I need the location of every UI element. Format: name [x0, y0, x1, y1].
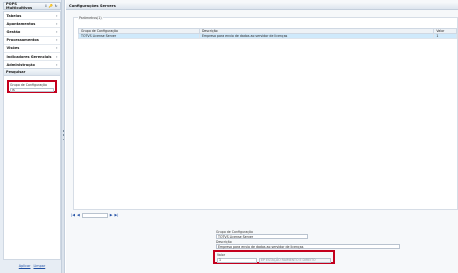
chevron-right-icon: › — [56, 38, 58, 43]
search-input[interactable]: IS — [10, 88, 54, 92]
refresh-icon[interactable]: ↻ — [54, 4, 58, 8]
menu-item-label: Gestão — [6, 29, 21, 34]
chevron-right-icon: › — [56, 62, 58, 67]
menu-item-indicadores[interactable]: Indicadores Gerenciais › — [4, 53, 60, 62]
apply-filter-link[interactable]: Aplicar — [19, 264, 31, 268]
search-panel-title: Pesquisar — [4, 69, 60, 76]
group-field[interactable]: TOTVS License Server — [216, 234, 308, 239]
menu-item-label: Administração — [6, 62, 35, 67]
value-field[interactable]: 1 — [217, 257, 257, 263]
menu-item-label: Indicadores Gerenciais — [6, 54, 52, 59]
group-label: Grupo de Configuração — [216, 230, 253, 234]
search-panel: Pesquisar Grupo de Configuração IS — [3, 68, 61, 260]
detail-form: Grupo de Configuração TOTVS License Serv… — [213, 230, 458, 264]
table-cell-description: Empresa para envio de dados ao servidor … — [198, 33, 435, 39]
chevron-right-icon: › — [56, 29, 58, 34]
page-title: Configurações Servers — [66, 2, 458, 10]
drag-handle-icon[interactable] — [62, 130, 65, 140]
menu-item-processamentos[interactable]: Processamentos › — [4, 37, 60, 45]
parameters-legend: Parâmetros(1) — [78, 15, 103, 20]
parameters-group: Parâmetros(1) Grupo de Configuração Desc… — [73, 15, 458, 210]
table-row[interactable]: TOTVS License Server Empresa para envio … — [78, 33, 457, 39]
menu-item-label: Visões — [6, 46, 20, 51]
chevron-right-icon: › — [56, 21, 58, 26]
chevron-right-icon: › — [56, 46, 58, 51]
value-label: Valor — [217, 253, 226, 257]
chevron-right-icon: › — [56, 54, 58, 59]
menu-item-label: Tabelas — [6, 13, 22, 18]
chevron-right-icon: › — [56, 13, 58, 18]
menu-item-visoes[interactable]: Visões › — [4, 45, 60, 53]
collapse-icon[interactable]: ↕ — [44, 4, 48, 8]
menu-item-label: Processamentos — [6, 38, 39, 43]
description-field[interactable]: Empresa para envio de dados ao servidor … — [216, 244, 400, 249]
table-cell-group: TOTVS License Server — [78, 33, 200, 39]
sidebar-header: POPS Multicultivos ↕ 🔑 ↻ — [3, 2, 61, 10]
value-description-field: EP ESTAÇÃO RAIMENTO E DIREITO — [259, 257, 331, 263]
value-row: 1 EP ESTAÇÃO RAIMENTO E DIREITO — [217, 257, 331, 263]
menu-item-gestao[interactable]: Gestão › — [4, 28, 60, 37]
search-label: Grupo de Configuração — [10, 83, 47, 87]
menu-item-label: Apontamentos — [6, 21, 36, 26]
parameters-table: Grupo de Configuração Descrição Valor TO… — [78, 28, 457, 39]
app-title: POPS Multicultivos — [6, 2, 33, 10]
first-page-icon[interactable]: |◀ — [71, 213, 75, 217]
sidebar-tools: ↕ 🔑 ↻ — [44, 4, 58, 8]
search-actions: Aplicar Limpar — [3, 264, 61, 268]
sidebar: POPS Multicultivos ↕ 🔑 ↻ Tabelas › Aponta… — [0, 0, 62, 273]
key-icon[interactable]: 🔑 — [49, 4, 53, 8]
prev-page-icon[interactable]: ◀ — [77, 213, 80, 217]
panel-splitter[interactable] — [62, 0, 65, 273]
clear-filter-link[interactable]: Limpar — [33, 264, 45, 268]
search-field-highlight: Grupo de Configuração IS — [7, 80, 57, 93]
main-panel: Configurações Servers Parâmetros(1) Grup… — [66, 0, 458, 273]
menu-item-apontamentos[interactable]: Apontamentos › — [4, 20, 60, 29]
table-cell-value: 1 — [433, 33, 457, 39]
page-number-input[interactable] — [81, 213, 108, 218]
next-page-icon[interactable]: ▶ — [110, 213, 113, 217]
pagination: |◀ ◀ ▶ ▶| — [71, 213, 119, 218]
value-field-highlight: Valor 1 EP ESTAÇÃO RAIMENTO E DIREITO — [213, 250, 335, 264]
last-page-icon[interactable]: ▶| — [115, 213, 119, 217]
menu-item-tabelas[interactable]: Tabelas › — [4, 12, 60, 21]
